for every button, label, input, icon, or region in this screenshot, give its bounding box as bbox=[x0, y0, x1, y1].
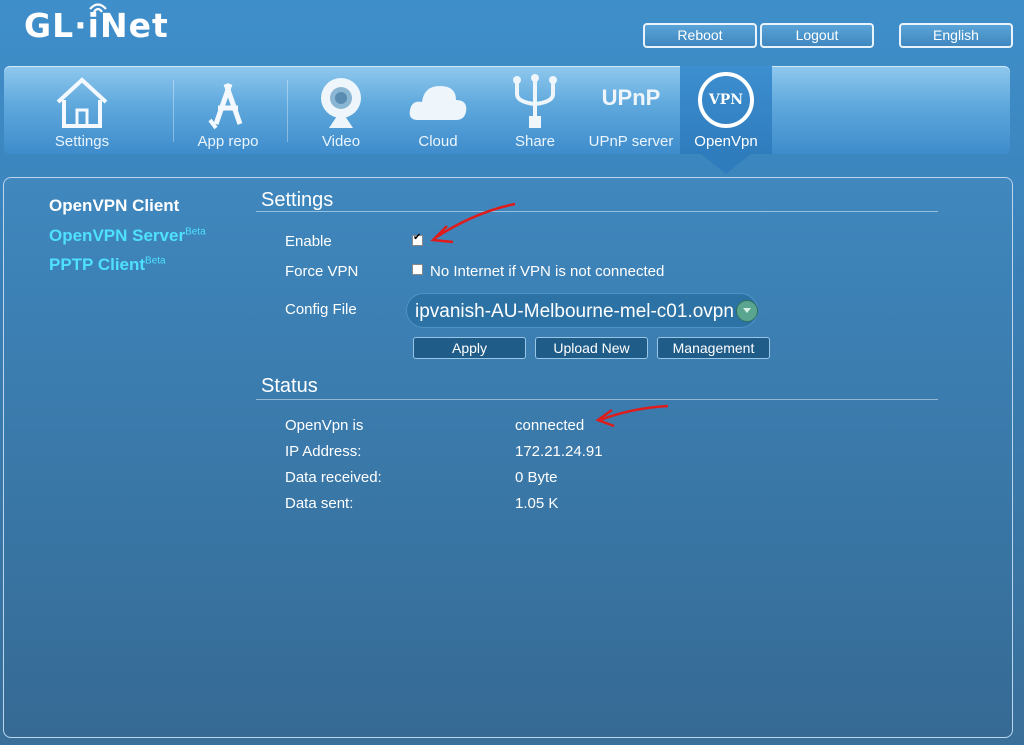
nav-cloud[interactable]: Cloud bbox=[393, 66, 483, 154]
webcam-icon bbox=[321, 78, 361, 128]
nav-label: Video bbox=[321, 133, 361, 150]
usb-icon bbox=[513, 74, 557, 128]
config-file-select[interactable]: ipvanish-AU-Melbourne-mel-c01.ovpn bbox=[406, 293, 758, 328]
nav-label: Share bbox=[514, 133, 556, 150]
nav-settings[interactable]: Settings bbox=[30, 66, 134, 154]
sidebar-item-pptp-client[interactable]: PPTP ClientBeta bbox=[49, 255, 166, 275]
gl-inet-logo: GL·iNet bbox=[24, 3, 169, 45]
settings-heading: Settings bbox=[261, 189, 334, 211]
enable-label: Enable bbox=[285, 233, 332, 250]
nav-label: Cloud bbox=[418, 133, 458, 150]
vpn-icon: VPN bbox=[698, 72, 754, 128]
sidebar-item-label: OpenVPN Server bbox=[49, 226, 186, 245]
status-label: OpenVpn is bbox=[285, 417, 364, 434]
nav-label: OpenVpn bbox=[694, 133, 758, 150]
force-vpn-checkbox[interactable] bbox=[412, 264, 423, 275]
upnp-icon-text: UPnP bbox=[601, 85, 661, 110]
divider bbox=[256, 399, 938, 400]
language-button[interactable]: English bbox=[899, 23, 1013, 48]
nav-openvpn[interactable]: VPN OpenVpn bbox=[680, 66, 772, 154]
home-icon bbox=[56, 77, 108, 128]
logout-button[interactable]: Logout bbox=[760, 23, 874, 48]
status-label: Data received: bbox=[285, 469, 382, 486]
upload-new-button[interactable]: Upload New bbox=[535, 337, 648, 359]
force-vpn-label: Force VPN bbox=[285, 263, 359, 280]
nav-app-repo[interactable]: App repo bbox=[178, 66, 278, 154]
status-label: Data sent: bbox=[285, 495, 354, 512]
nav-upnp-server[interactable]: UPnP UPnP server bbox=[584, 66, 678, 154]
beta-badge: Beta bbox=[145, 255, 166, 267]
cloud-icon bbox=[409, 86, 467, 120]
status-heading: Status bbox=[261, 375, 318, 397]
enable-checkbox[interactable] bbox=[412, 232, 423, 246]
chevron-down-icon[interactable] bbox=[736, 300, 758, 322]
config-file-label: Config File bbox=[285, 301, 357, 318]
vpn-icon-text: VPN bbox=[708, 92, 744, 108]
status-label: IP Address: bbox=[285, 443, 362, 460]
sidebar-item-label: OpenVPN Client bbox=[49, 196, 180, 215]
vpn-connection-status: connected bbox=[515, 417, 585, 434]
app-store-icon bbox=[208, 83, 243, 130]
nav-share[interactable]: Share bbox=[490, 66, 580, 154]
sidebar-item-openvpn-client[interactable]: OpenVPN Client bbox=[49, 196, 179, 216]
apply-button[interactable]: Apply bbox=[413, 337, 526, 359]
ip-address-value: 172.21.24.91 bbox=[515, 443, 603, 460]
reboot-button[interactable]: Reboot bbox=[643, 23, 757, 48]
management-button[interactable]: Management bbox=[657, 337, 770, 359]
data-sent-value: 1.05 K bbox=[515, 495, 559, 512]
nav-label: UPnP server bbox=[588, 133, 674, 150]
divider bbox=[256, 211, 938, 212]
active-tab-pointer bbox=[701, 154, 751, 174]
force-vpn-description: No Internet if VPN is not connected bbox=[430, 263, 665, 280]
nav-video[interactable]: Video bbox=[296, 66, 386, 154]
sidebar-item-openvpn-server[interactable]: OpenVPN ServerBeta bbox=[49, 226, 206, 246]
upnp-icon: UPnP bbox=[599, 72, 663, 132]
nav-divider bbox=[287, 80, 288, 142]
sidebar-item-label: PPTP Client bbox=[49, 255, 146, 274]
nav-label: Settings bbox=[54, 133, 110, 150]
nav-label: App repo bbox=[197, 133, 259, 150]
data-received-value: 0 Byte bbox=[515, 469, 558, 486]
wifi-icon bbox=[89, 3, 107, 13]
beta-badge: Beta bbox=[185, 226, 206, 238]
main-nav-bar: Settings App repo Video Cloud Share UPnP… bbox=[4, 66, 1010, 154]
nav-divider bbox=[173, 80, 174, 142]
